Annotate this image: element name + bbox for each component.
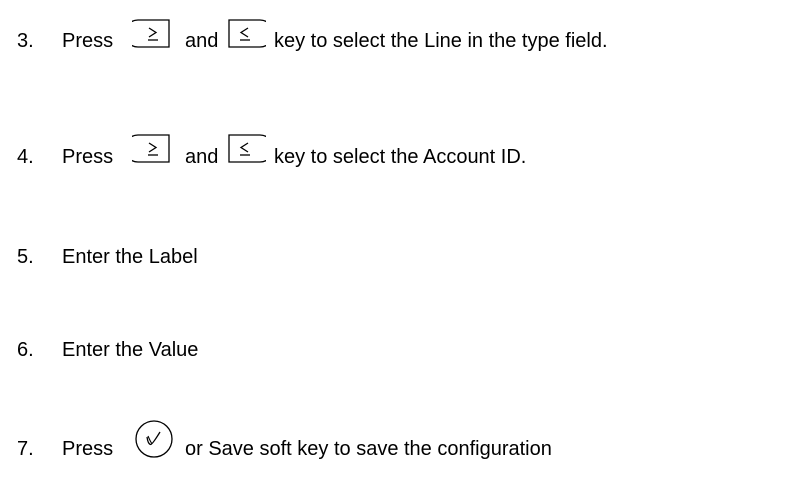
step-text-rest: key to select the Line in the type field…: [274, 30, 608, 52]
step-text-press: Press: [62, 438, 114, 460]
step-text-press: Press: [62, 146, 114, 168]
step-text-and: and: [185, 30, 219, 52]
step-3: 3. Press and key to select the Line in t…: [0, 19, 800, 59]
step-5: 5. Enter the Label: [0, 245, 800, 275]
right-arrow-key-icon: [132, 17, 172, 49]
step-text: Enter the Label: [62, 246, 198, 268]
step-number: 7.: [17, 438, 34, 460]
step-text: Enter the Value: [62, 339, 199, 361]
step-6: 6. Enter the Value: [0, 338, 800, 368]
step-number: 3.: [17, 30, 34, 52]
step-text-rest: or Save soft key to save the configurati…: [185, 438, 552, 460]
step-4: 4. Press and key to select the Account I…: [0, 134, 800, 175]
step-text-rest: key to select the Account ID.: [274, 146, 527, 168]
step-7: 7. Press or Save soft key to save the co…: [0, 420, 800, 467]
left-arrow-key-icon: [226, 132, 266, 164]
ok-check-key-icon: [134, 419, 174, 459]
step-text-and: and: [185, 146, 219, 168]
step-number: 4.: [17, 146, 34, 168]
left-arrow-key-icon: [226, 17, 266, 49]
right-arrow-key-icon: [132, 132, 172, 164]
step-text-press: Press: [62, 30, 114, 52]
step-number: 5.: [17, 246, 34, 268]
step-number: 6.: [17, 339, 34, 361]
